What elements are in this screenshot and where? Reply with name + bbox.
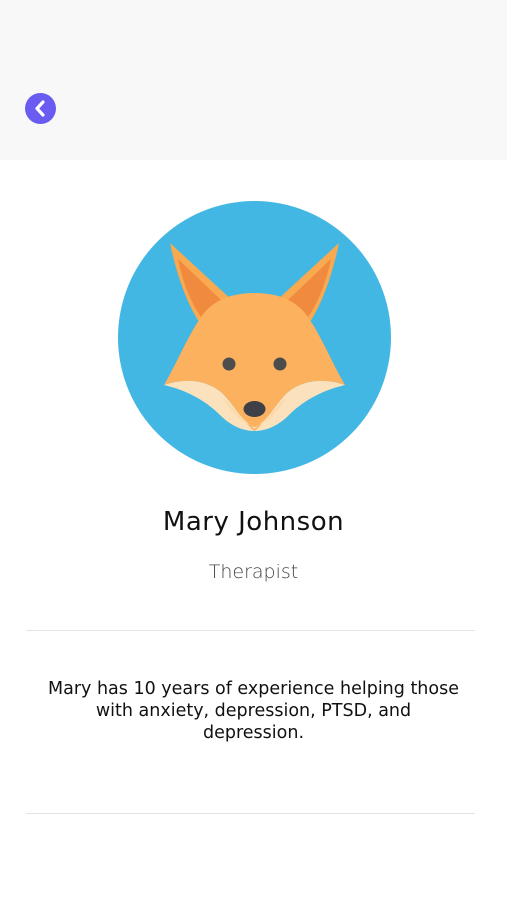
fox-icon [118,201,391,474]
therapist-profile-screen: Mary Johnson Therapist Mary has 10 years… [0,0,507,900]
back-button[interactable] [25,93,56,124]
chevron-left-icon [35,100,45,117]
therapist-name: Mary Johnson [162,507,345,537]
divider [26,813,475,814]
therapist-role: Therapist [208,561,299,583]
avatar [118,201,391,474]
divider [26,630,475,631]
top-bar [0,0,507,160]
therapist-bio: Mary has 10 years of experience helping … [48,679,459,743]
